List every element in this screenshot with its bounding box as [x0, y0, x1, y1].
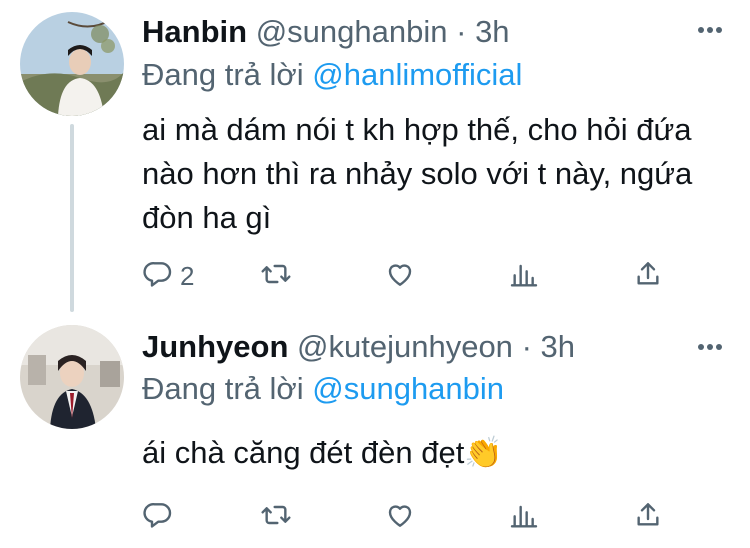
reply-icon [142, 258, 174, 295]
display-name[interactable]: Hanbin [142, 14, 247, 49]
replying-to: Đang trả lời @hanlimofficial [142, 55, 522, 95]
timestamp[interactable]: 3h [541, 329, 575, 364]
replying-prefix: Đang trả lời [142, 57, 304, 92]
heart-icon [384, 258, 416, 295]
reply-count: 2 [180, 260, 195, 291]
retweet-button[interactable] [260, 256, 298, 296]
timestamp[interactable]: 3h [475, 14, 509, 49]
analytics-icon [508, 499, 540, 536]
tweet-header: Junhyeon @kutejunhyeon · 3h [142, 327, 575, 367]
retweet-button[interactable] [260, 497, 298, 537]
replying-to: Đang trả lời @sunghanbin [142, 369, 504, 409]
tweet-header: Hanbin @sunghanbin · 3h [142, 12, 510, 52]
separator-dot: · [456, 14, 467, 49]
display-name[interactable]: Junhyeon [142, 329, 288, 364]
username[interactable]: @kutejunhyeon [297, 329, 513, 364]
tweet-text: ai mà dám nói t kh hợp thế, cho hỏi đứa … [142, 112, 693, 235]
mention-link[interactable]: @sunghanbin [312, 371, 504, 406]
reply-button[interactable] [142, 497, 180, 537]
avatar[interactable] [20, 12, 124, 116]
username[interactable]: @sunghanbin [256, 14, 448, 49]
share-icon [632, 258, 664, 295]
action-bar [142, 497, 722, 537]
heart-icon [384, 499, 416, 536]
retweet-icon [260, 499, 292, 536]
share-button[interactable] [632, 497, 664, 537]
share-button[interactable] [632, 256, 664, 296]
more-icon[interactable] [696, 20, 724, 40]
analytics-icon [508, 258, 540, 295]
mention-link[interactable]: @hanlimofficial [312, 57, 522, 92]
tweet-junhyeon[interactable]: Junhyeon @kutejunhyeon · 3h Đang trả lời… [0, 315, 750, 548]
like-button[interactable] [384, 256, 422, 296]
analytics-button[interactable] [508, 497, 540, 537]
like-button[interactable] [384, 497, 422, 537]
avatar[interactable] [20, 325, 124, 429]
tweet-text: ái chà căng đét đèn đẹt👏 [142, 435, 503, 470]
tweet-hanbin[interactable]: Hanbin @sunghanbin · 3h Đang trả lời @ha… [0, 0, 750, 315]
more-icon[interactable] [696, 337, 724, 357]
replying-prefix: Đang trả lời [142, 371, 304, 406]
reply-button[interactable]: 2 [142, 256, 194, 296]
separator-dot: · [521, 329, 532, 364]
retweet-icon [260, 258, 292, 295]
action-bar: 2 [142, 256, 722, 296]
analytics-button[interactable] [508, 256, 540, 296]
share-icon [632, 499, 664, 536]
reply-icon [142, 499, 174, 536]
